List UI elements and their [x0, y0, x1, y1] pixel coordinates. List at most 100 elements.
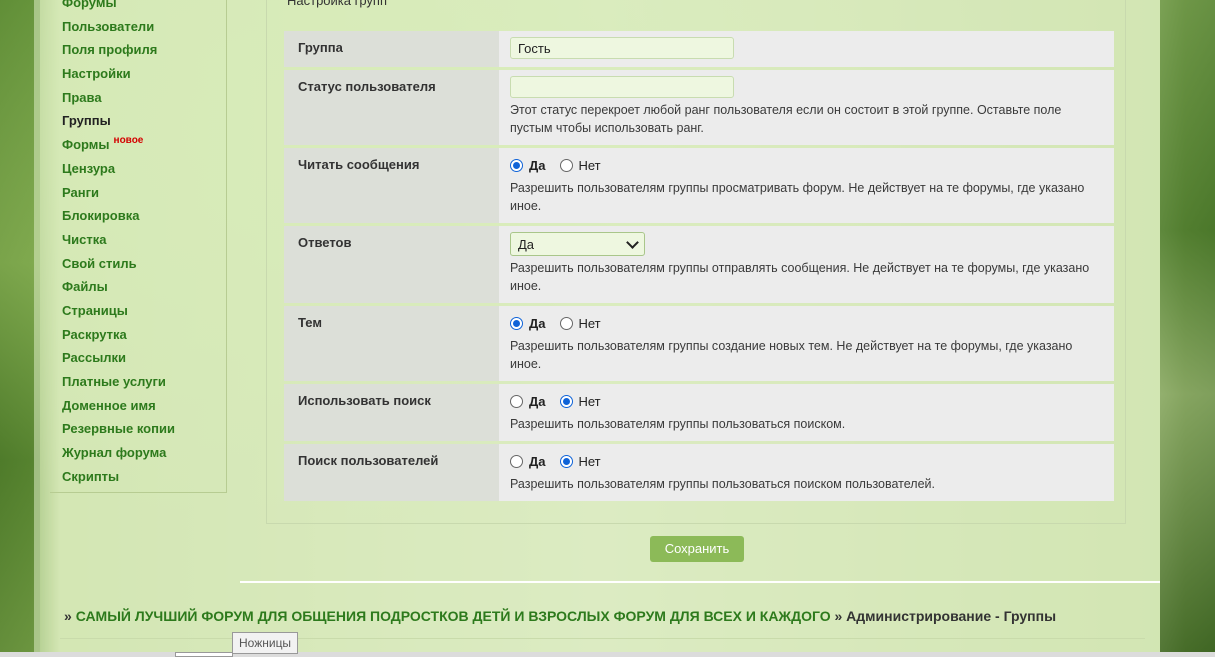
search-yes-radio[interactable] [510, 394, 523, 408]
sidebar-link[interactable]: Доменное имя [62, 398, 156, 413]
user-search-cell: Да Нет Разрешить пользователям группы по… [499, 444, 1114, 501]
sidebar-item-ranks[interactable]: Ранги [50, 180, 226, 204]
group-cell: Гость [499, 31, 1114, 67]
taskbar-tooltip: Ножницы [232, 632, 299, 654]
sidebar-item-paid-services[interactable]: Платные услуги [50, 369, 226, 393]
sidebar-link[interactable]: Настройки [62, 66, 131, 81]
search-no-radio[interactable] [559, 394, 573, 408]
group-settings-table: Группа Гость Статус пользователя Этот ст… [284, 28, 1114, 504]
sidebar-link[interactable]: Скрипты [62, 469, 119, 484]
sidebar-link[interactable]: Резервные копии [62, 421, 175, 436]
replies-select[interactable]: Да [510, 232, 645, 256]
sidebar-item-settings[interactable]: Настройки [50, 61, 226, 85]
read-yes-label[interactable]: Да [529, 158, 546, 173]
group-label: Группа [284, 31, 499, 67]
sidebar-link[interactable]: Чистка [62, 232, 106, 247]
user-search-radio-group: Да Нет [510, 450, 1103, 472]
sidebar-item-domain[interactable]: Доменное имя [50, 393, 226, 417]
user-search-no-label[interactable]: Нет [579, 454, 601, 469]
sidebar-link[interactable]: Журнал форума [62, 445, 166, 460]
replies-cell: Да Разрешить пользователям группы отправ… [499, 226, 1114, 303]
sidebar-item-pages[interactable]: Страницы [50, 298, 226, 322]
admin-sidebar: Форумы Пользователи Поля профиля Настрой… [50, 0, 227, 493]
read-no-radio[interactable] [559, 158, 573, 172]
sidebar-item-custom-style[interactable]: Свой стиль [50, 251, 226, 275]
save-button[interactable]: Сохранить [650, 536, 744, 562]
user-search-yes-label[interactable]: Да [529, 454, 546, 469]
breadcrumb: » САМЫЙ ЛУЧШИЙ ФОРУМ ДЛЯ ОБЩЕНИЯ ПОДРОСТ… [64, 608, 1056, 624]
topics-cell: Да Нет Разрешить пользователям группы со… [499, 306, 1114, 381]
sidebar-link-active[interactable]: Группы [62, 113, 111, 128]
topics-yes-radio[interactable] [510, 316, 523, 330]
status-label: Статус пользователя [284, 70, 499, 145]
breadcrumb-forum-link[interactable]: САМЫЙ ЛУЧШИЙ ФОРУМ ДЛЯ ОБЩЕНИЯ ПОДРОСТКО… [76, 608, 831, 624]
status-cell: Этот статус перекроет любой ранг пользов… [499, 70, 1114, 145]
sidebar-link[interactable]: Форумы [62, 0, 117, 10]
user-search-label: Поиск пользователей [284, 444, 499, 501]
sidebar-link[interactable]: Раскрутка [62, 327, 127, 342]
user-search-yes-radio[interactable] [510, 454, 523, 468]
row-search: Использовать поиск Да Нет Разрешить поль… [284, 384, 1114, 441]
background-right [1160, 0, 1215, 657]
sidebar-link[interactable]: Платные услуги [62, 374, 166, 389]
new-badge: новое [113, 135, 144, 147]
divider [240, 581, 1160, 583]
row-group: Группа Гость [284, 31, 1114, 67]
breadcrumb-current: Администрирование - Группы [846, 608, 1057, 624]
footer-divider [60, 638, 1145, 639]
sidebar-item-profile-fields[interactable]: Поля профиля [50, 37, 226, 61]
sidebar-item-bans[interactable]: Блокировка [50, 203, 226, 227]
sidebar-item-backups[interactable]: Резервные копии [50, 416, 226, 440]
row-user-search: Поиск пользователей Да Нет Разрешить пол… [284, 444, 1114, 501]
taskbar-item[interactable] [175, 652, 233, 657]
sidebar-item-users[interactable]: Пользователи [50, 14, 226, 38]
read-radio-group: Да Нет [510, 154, 1103, 176]
search-no-label[interactable]: Нет [579, 394, 601, 409]
read-label: Читать сообщения [284, 148, 499, 223]
sidebar-item-forms[interactable]: Формы новое [50, 132, 226, 156]
sidebar-link[interactable]: Цензура [62, 161, 115, 176]
sidebar-item-mailings[interactable]: Рассылки [50, 345, 226, 369]
sidebar-link[interactable]: Блокировка [62, 208, 139, 223]
status-help: Этот статус перекроет любой ранг пользов… [510, 103, 1062, 135]
read-cell: Да Нет Разрешить пользователям группы пр… [499, 148, 1114, 223]
sidebar-link[interactable]: Пользователи [62, 19, 154, 34]
sidebar-item-scripts[interactable]: Скрипты [50, 464, 226, 488]
sidebar-item-files[interactable]: Файлы [50, 274, 226, 298]
search-yes-label[interactable]: Да [529, 394, 546, 409]
user-search-no-radio[interactable] [559, 454, 573, 468]
fieldset-legend: Настройка групп [287, 0, 388, 8]
group-name-input[interactable]: Гость [510, 37, 734, 59]
sidebar-link[interactable]: Свой стиль [62, 256, 137, 271]
sidebar-link[interactable]: Ранги [62, 185, 99, 200]
read-yes-radio[interactable] [510, 158, 523, 172]
search-radio-group: Да Нет [510, 390, 1103, 412]
user-search-help: Разрешить пользователям группы пользоват… [510, 477, 936, 491]
sidebar-link[interactable]: Формы [62, 137, 110, 152]
read-no-label[interactable]: Нет [579, 158, 601, 173]
topics-radio-group: Да Нет [510, 312, 1103, 334]
sidebar-link[interactable]: Поля профиля [62, 42, 157, 57]
topics-yes-label[interactable]: Да [529, 316, 546, 331]
sidebar-link[interactable]: Рассылки [62, 350, 126, 365]
topics-help: Разрешить пользователям группы создание … [510, 339, 1073, 371]
search-label: Использовать поиск [284, 384, 499, 441]
sidebar-item-promotion[interactable]: Раскрутка [50, 322, 226, 346]
chevron-down-icon [626, 235, 639, 249]
sidebar-item-groups[interactable]: Группы [50, 108, 226, 132]
row-status: Статус пользователя Этот статус перекрое… [284, 70, 1114, 145]
breadcrumb-separator: » [64, 608, 72, 624]
sidebar-item-forums[interactable]: Форумы [50, 0, 226, 14]
sidebar-item-cleanup[interactable]: Чистка [50, 227, 226, 251]
sidebar-link[interactable]: Страницы [62, 303, 128, 318]
user-status-input[interactable] [510, 76, 734, 98]
sidebar-item-censorship[interactable]: Цензура [50, 156, 226, 180]
sidebar-item-permissions[interactable]: Права [50, 85, 226, 109]
sidebar-item-forum-log[interactable]: Журнал форума [50, 440, 226, 464]
replies-select-value: Да [518, 236, 535, 252]
sidebar-link[interactable]: Файлы [62, 279, 108, 294]
topics-no-label[interactable]: Нет [579, 316, 601, 331]
row-replies: Ответов Да Разрешить пользователям групп… [284, 226, 1114, 303]
topics-no-radio[interactable] [559, 316, 573, 330]
sidebar-link[interactable]: Права [62, 90, 102, 105]
